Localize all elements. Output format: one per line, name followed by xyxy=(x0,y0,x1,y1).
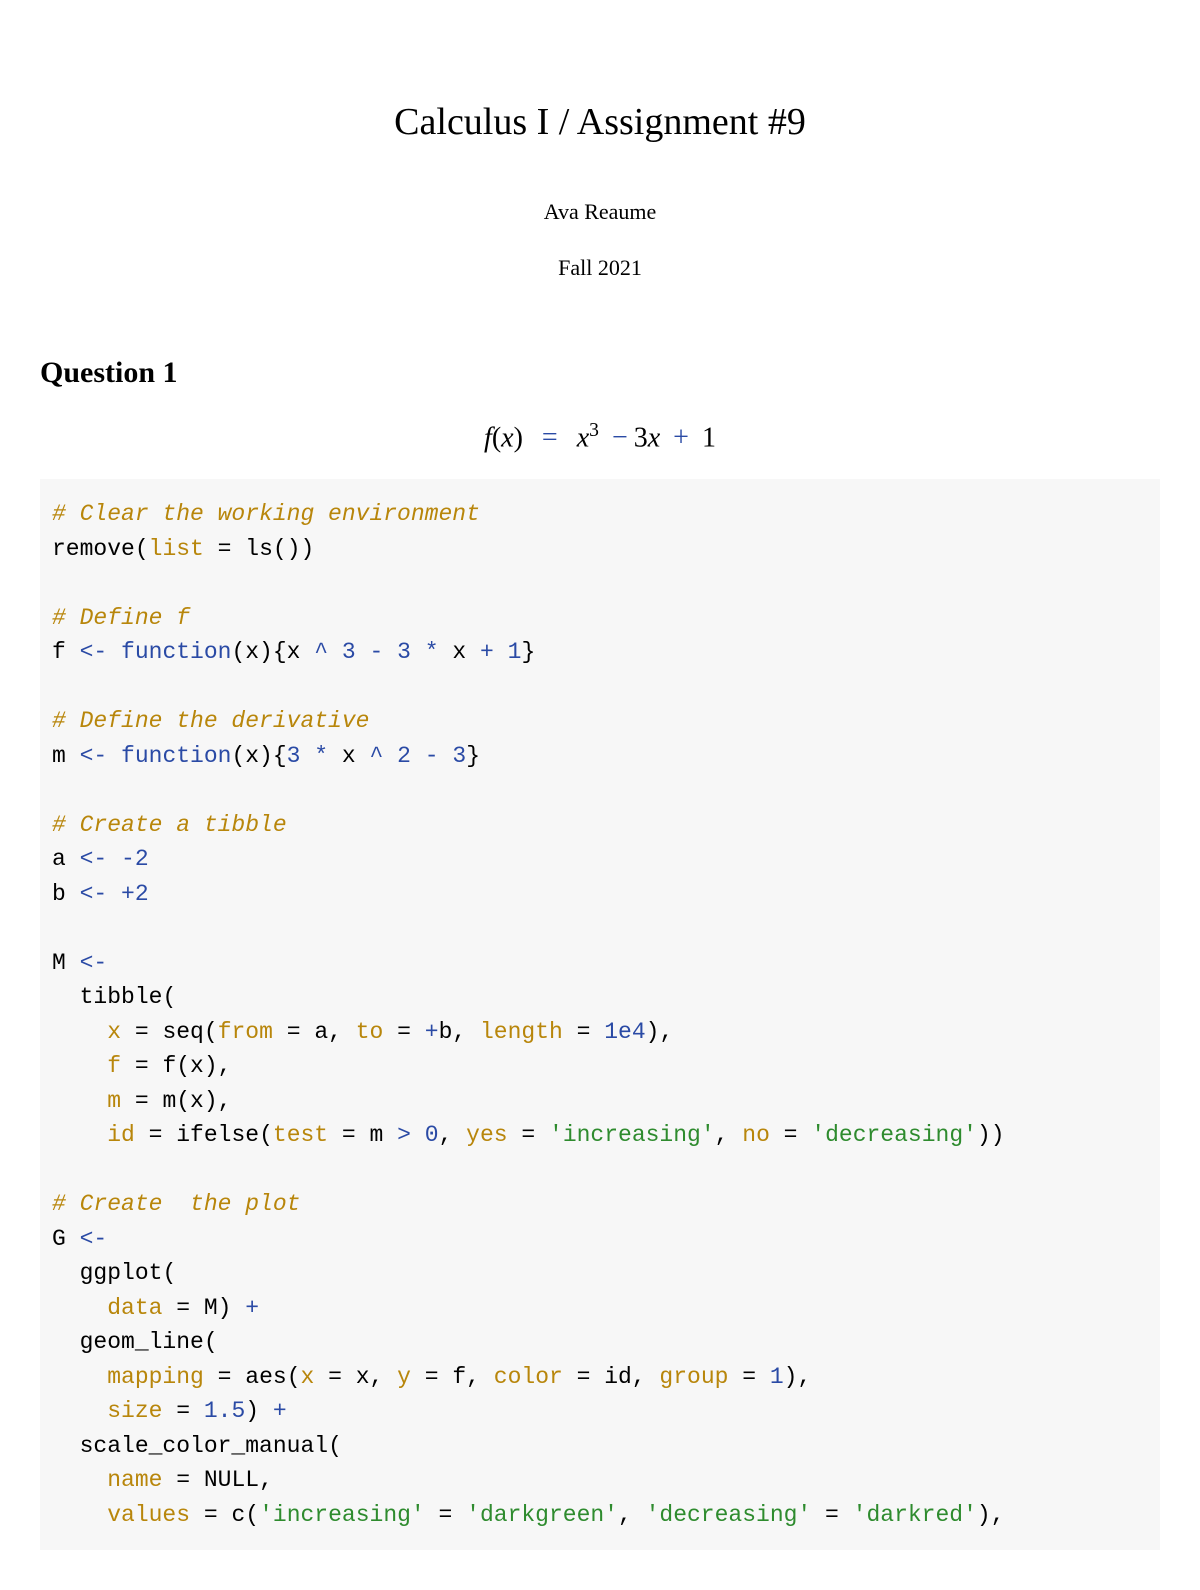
code-block: # Clear the working environment remove(l… xyxy=(40,479,1160,1550)
code-comment: # Define f xyxy=(52,605,190,631)
code-comment: # Define the derivative xyxy=(52,708,369,734)
code-comment: # Create a tibble xyxy=(52,812,287,838)
code-comment: # Clear the working environment xyxy=(52,501,480,527)
equation: f(x) = x3 −3x + 1 xyxy=(40,420,1160,454)
page-title: Calculus I / Assignment #9 xyxy=(40,100,1160,144)
date: Fall 2021 xyxy=(40,255,1160,281)
author: Ava Reaume xyxy=(40,199,1160,225)
document-page: Calculus I / Assignment #9 Ava Reaume Fa… xyxy=(0,0,1200,1590)
section-heading: Question 1 xyxy=(40,356,1160,390)
code-comment: # Create the plot xyxy=(52,1191,300,1217)
